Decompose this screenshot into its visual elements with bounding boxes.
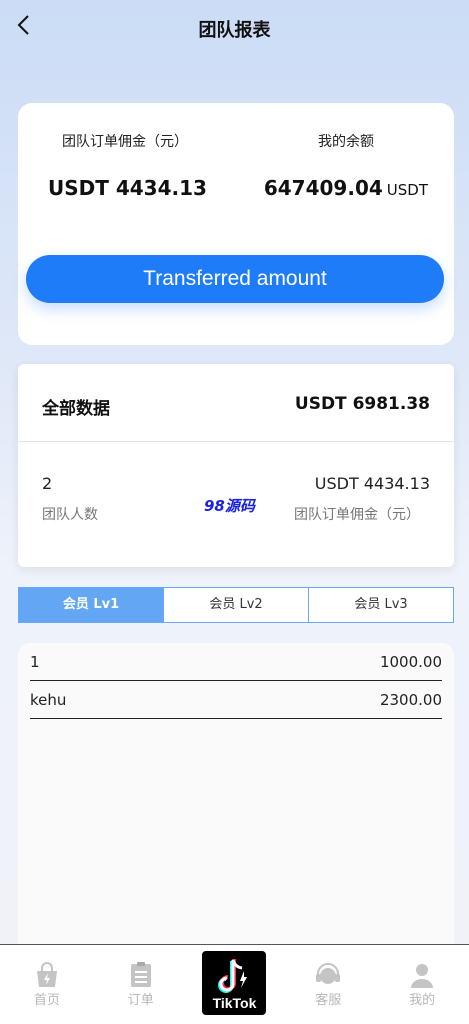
balance-label: 我的余额 (318, 134, 374, 150)
header: 团队报表 (0, 0, 469, 60)
tab-lv2[interactable]: 会员 Lv2 (163, 588, 308, 622)
tabbar-label: 我的 (409, 993, 436, 1008)
tiktok-logo: TikTok (202, 951, 267, 1015)
tab-lv1[interactable]: 会员 Lv1 (19, 588, 163, 622)
commission-label: 团队订单佣金（元） (62, 134, 188, 150)
team-count-label: 团队人数 (42, 507, 98, 523)
all-data-card: 全部数据 USDT 6981.38 2 团队人数 98源码 USDT 4434.… (18, 364, 454, 567)
member-name: 1 (30, 653, 40, 671)
balance-value: 647409.04 (263, 176, 383, 200)
bottom-tabbar: 首页 订单 TikTok 客服 我的 (0, 944, 469, 1024)
member-amount: 2300.00 (379, 691, 442, 709)
tabbar-label: 订单 (127, 993, 154, 1008)
tabbar-item-service[interactable]: 客服 (281, 945, 375, 1024)
order-clipboard-icon (130, 962, 151, 987)
balance-value-group: 647409.04 USDT (264, 176, 428, 200)
tabbar-label: 客服 (315, 993, 342, 1008)
team-count: 2 (42, 474, 53, 493)
watermark: 98源码 (204, 497, 255, 515)
tabbar-item-tiktok[interactable]: TikTok (188, 945, 282, 1024)
member-name: kehu (30, 691, 67, 709)
list-item[interactable]: kehu 2300.00 (30, 683, 442, 719)
tabbar-item-mine[interactable]: 我的 (375, 945, 469, 1024)
page-title: 团队报表 (198, 20, 271, 41)
user-icon (411, 964, 434, 988)
member-amount: 1000.00 (379, 653, 442, 671)
home-bag-icon (36, 962, 57, 987)
balance-unit: USDT (386, 181, 428, 199)
transfer-button[interactable]: Transferred amount (26, 255, 444, 303)
team-commission: USDT 4434.13 (314, 474, 430, 493)
tabbar-label: 首页 (33, 993, 60, 1008)
summary-card: 团队订单佣金（元） 我的余额 USDT 4434.13 647409.04 USD… (18, 103, 454, 345)
headset-icon (316, 963, 341, 984)
level-tabs: 会员 Lv1 会员 Lv2 会员 Lv3 (18, 587, 454, 623)
tabbar-item-orders[interactable]: 订单 (94, 945, 188, 1024)
tab-lv3[interactable]: 会员 Lv3 (308, 588, 453, 622)
tiktok-label: TikTok (212, 995, 257, 1011)
all-data-total: USDT 6981.38 (294, 394, 430, 414)
team-commission-label: 团队订单佣金（元） (294, 507, 420, 523)
tabbar-item-home[interactable]: 首页 (0, 945, 94, 1024)
list-item[interactable]: 1 1000.00 (30, 645, 442, 681)
commission-value: USDT 4434.13 (48, 176, 207, 200)
member-list: 1 1000.00 kehu 2300.00 (18, 643, 454, 963)
all-data-header: 全部数据 USDT 6981.38 (18, 364, 454, 442)
all-data-title: 全部数据 (42, 399, 110, 419)
